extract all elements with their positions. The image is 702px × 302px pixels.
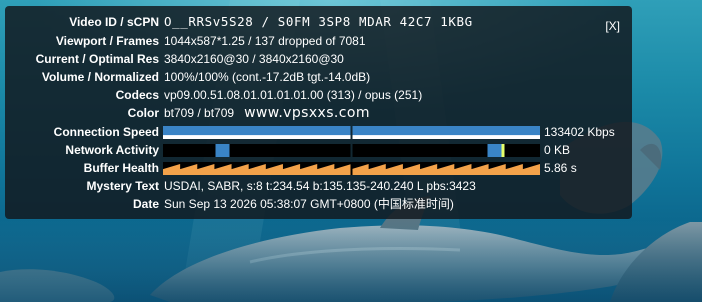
network-activity-readout: 0 KB bbox=[544, 143, 571, 157]
network-activity-marker bbox=[501, 144, 505, 157]
viewport-value: 1044x587*1.25 / 137 dropped of 7081 bbox=[164, 34, 366, 48]
buffer-health-readout: 5.86 s bbox=[544, 161, 577, 175]
network-activity-label: Network Activity bbox=[65, 143, 159, 157]
codecs-row: Codecs vp09.00.51.08.01.01.01.01.00 (313… bbox=[5, 86, 632, 104]
viewport-label: Viewport / Frames bbox=[55, 34, 159, 48]
resolution-label: Current / Optimal Res bbox=[35, 52, 159, 66]
date-value: Sun Sep 13 2026 05:38:07 GMT+0800 (中国标准时… bbox=[164, 197, 454, 211]
viewport-row: Viewport / Frames 1044x587*1.25 / 137 dr… bbox=[5, 32, 632, 50]
network-activity-background bbox=[163, 144, 351, 157]
network-activity-spike bbox=[487, 144, 502, 157]
volume-row: Volume / Normalized 100%/100% (cont.-17.… bbox=[5, 68, 632, 86]
stats-for-nerds-panel: [X] Video ID / sCPN O__RRSv5S28 / S0FM 3… bbox=[5, 6, 632, 219]
resolution-row: Current / Optimal Res 3840x2160@30 / 384… bbox=[5, 50, 632, 68]
color-value: bt709 / bt709 bbox=[164, 106, 235, 120]
video-id-value: O__RRSv5S28 / S0FM 3SP8 MDAR 42C7 1KBG bbox=[164, 14, 473, 29]
volume-label: Volume / Normalized bbox=[41, 70, 159, 84]
buffer-health-graph bbox=[163, 162, 540, 175]
connection-speed-readout: 133402 Kbps bbox=[544, 125, 615, 139]
network-activity-spike bbox=[215, 144, 230, 157]
video-id-label: Video ID / sCPN bbox=[69, 15, 159, 29]
connection-speed-graph bbox=[163, 126, 540, 139]
connection-speed-label: Connection Speed bbox=[53, 125, 159, 139]
connection-speed-fill bbox=[163, 126, 351, 136]
color-value-group: bt709 / bt709 www.vpsxxs.com bbox=[164, 104, 370, 122]
color-row: Color bt709 / bt709 www.vpsxxs.com bbox=[5, 104, 632, 122]
codecs-value: vp09.00.51.08.01.01.01.01.00 (313) / opu… bbox=[164, 88, 423, 102]
network-activity-background bbox=[352, 144, 540, 157]
color-label: Color bbox=[127, 106, 159, 120]
video-id-row: Video ID / sCPN O__RRSv5S28 / S0FM 3SP8 … bbox=[5, 13, 632, 31]
connection-speed-row: Connection Speed 133402 Kbps bbox=[5, 123, 632, 141]
mystery-text-row: Mystery Text USDAI, SABR, s:8 t:234.54 b… bbox=[5, 177, 632, 195]
date-label: Date bbox=[132, 197, 159, 211]
connection-speed-fill bbox=[352, 126, 540, 136]
watermark-text: www.vpsxxs.com bbox=[244, 105, 370, 121]
resolution-value: 3840x2160@30 / 3840x2160@30 bbox=[164, 52, 344, 66]
buffer-health-divider bbox=[350, 162, 353, 175]
buffer-health-label: Buffer Health bbox=[83, 161, 159, 175]
buffer-health-row: Buffer Health 5.86 s bbox=[5, 159, 632, 177]
mystery-text-label: Mystery Text bbox=[86, 179, 159, 193]
date-row: Date Sun Sep 13 2026 05:38:07 GMT+0800 (… bbox=[5, 195, 632, 213]
codecs-label: Codecs bbox=[115, 88, 159, 102]
network-activity-graph bbox=[163, 144, 540, 157]
volume-value: 100%/100% (cont.-17.2dB tgt.-14.0dB) bbox=[164, 70, 371, 84]
network-activity-row: Network Activity 0 KB bbox=[5, 141, 632, 159]
mystery-text-value: USDAI, SABR, s:8 t:234.54 b:135.135-240.… bbox=[164, 179, 476, 193]
